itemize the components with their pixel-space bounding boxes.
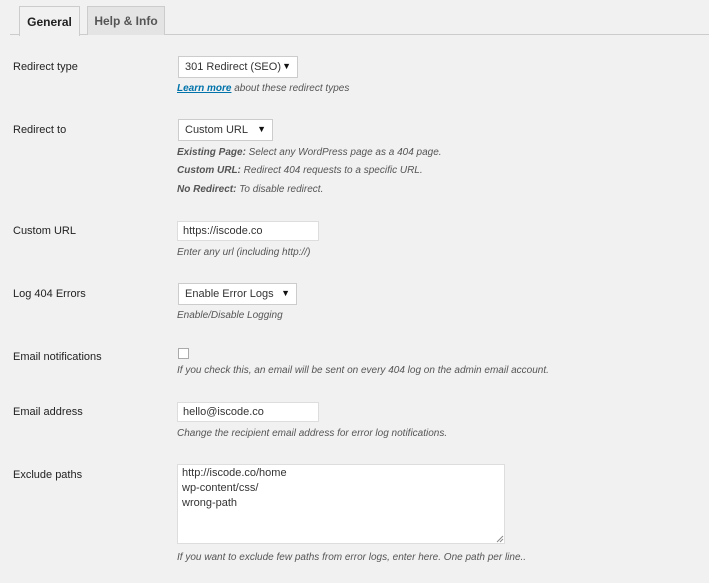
redirect-type-label: Redirect type <box>13 61 78 73</box>
redirect-to-label: Redirect to <box>13 124 67 136</box>
dropdown-arrow-icon: ▼ <box>257 124 266 134</box>
log-errors-label: Log 404 Errors <box>13 288 86 300</box>
redirect-to-select[interactable]: Custom URL ▼ <box>178 119 273 141</box>
log-errors-value: Enable Error Logs <box>185 288 274 300</box>
redirect-type-desc-text: about these redirect types <box>231 83 350 94</box>
custom-url-description: Enter any url (including http://) <box>177 247 311 258</box>
email-notifications-description: If you check this, an email will be sent… <box>177 365 549 376</box>
redirect-option-help: Custom URL: Redirect 404 requests to a s… <box>177 165 423 176</box>
email-address-input[interactable] <box>177 402 319 422</box>
resize-grip-icon[interactable] <box>496 535 504 543</box>
dropdown-arrow-icon: ▼ <box>281 288 290 298</box>
learn-more-link[interactable]: Learn more <box>177 83 231 94</box>
dropdown-arrow-icon: ▼ <box>282 61 291 71</box>
exclude-paths-description: If you want to exclude few paths from er… <box>177 552 527 563</box>
custom-url-input[interactable] <box>177 221 319 241</box>
email-address-description: Change the recipient email address for e… <box>177 428 448 439</box>
exclude-paths-label: Exclude paths <box>13 469 83 481</box>
tab-general[interactable]: General <box>19 6 80 36</box>
help-text: To disable redirect. <box>236 184 324 195</box>
help-text: Redirect 404 requests to a specific URL. <box>240 165 423 176</box>
help-text: Select any WordPress page as a 404 page. <box>245 147 442 158</box>
log-errors-select[interactable]: Enable Error Logs ▼ <box>178 283 297 305</box>
tab-help-info[interactable]: Help & Info <box>87 6 165 35</box>
exclude-paths-textarea[interactable] <box>177 464 505 544</box>
log-errors-description: Enable/Disable Logging <box>177 310 283 321</box>
redirect-option-help: No Redirect: To disable redirect. <box>177 184 323 195</box>
redirect-to-value: Custom URL <box>185 124 248 136</box>
settings-tabs: General Help & Info <box>0 0 709 36</box>
redirect-type-select[interactable]: 301 Redirect (SEO) ▼ <box>178 56 298 78</box>
help-term: Custom URL: <box>177 165 241 176</box>
help-term: No Redirect: <box>177 184 237 195</box>
redirect-type-value: 301 Redirect (SEO) <box>185 61 281 73</box>
redirect-option-help: Existing Page: Select any WordPress page… <box>177 147 442 158</box>
redirect-type-description: Learn more about these redirect types <box>177 83 349 94</box>
help-term: Existing Page: <box>177 147 246 158</box>
email-address-label: Email address <box>13 406 83 418</box>
custom-url-label: Custom URL <box>13 225 76 237</box>
email-notifications-label: Email notifications <box>13 351 102 363</box>
email-notifications-checkbox[interactable] <box>178 348 189 359</box>
